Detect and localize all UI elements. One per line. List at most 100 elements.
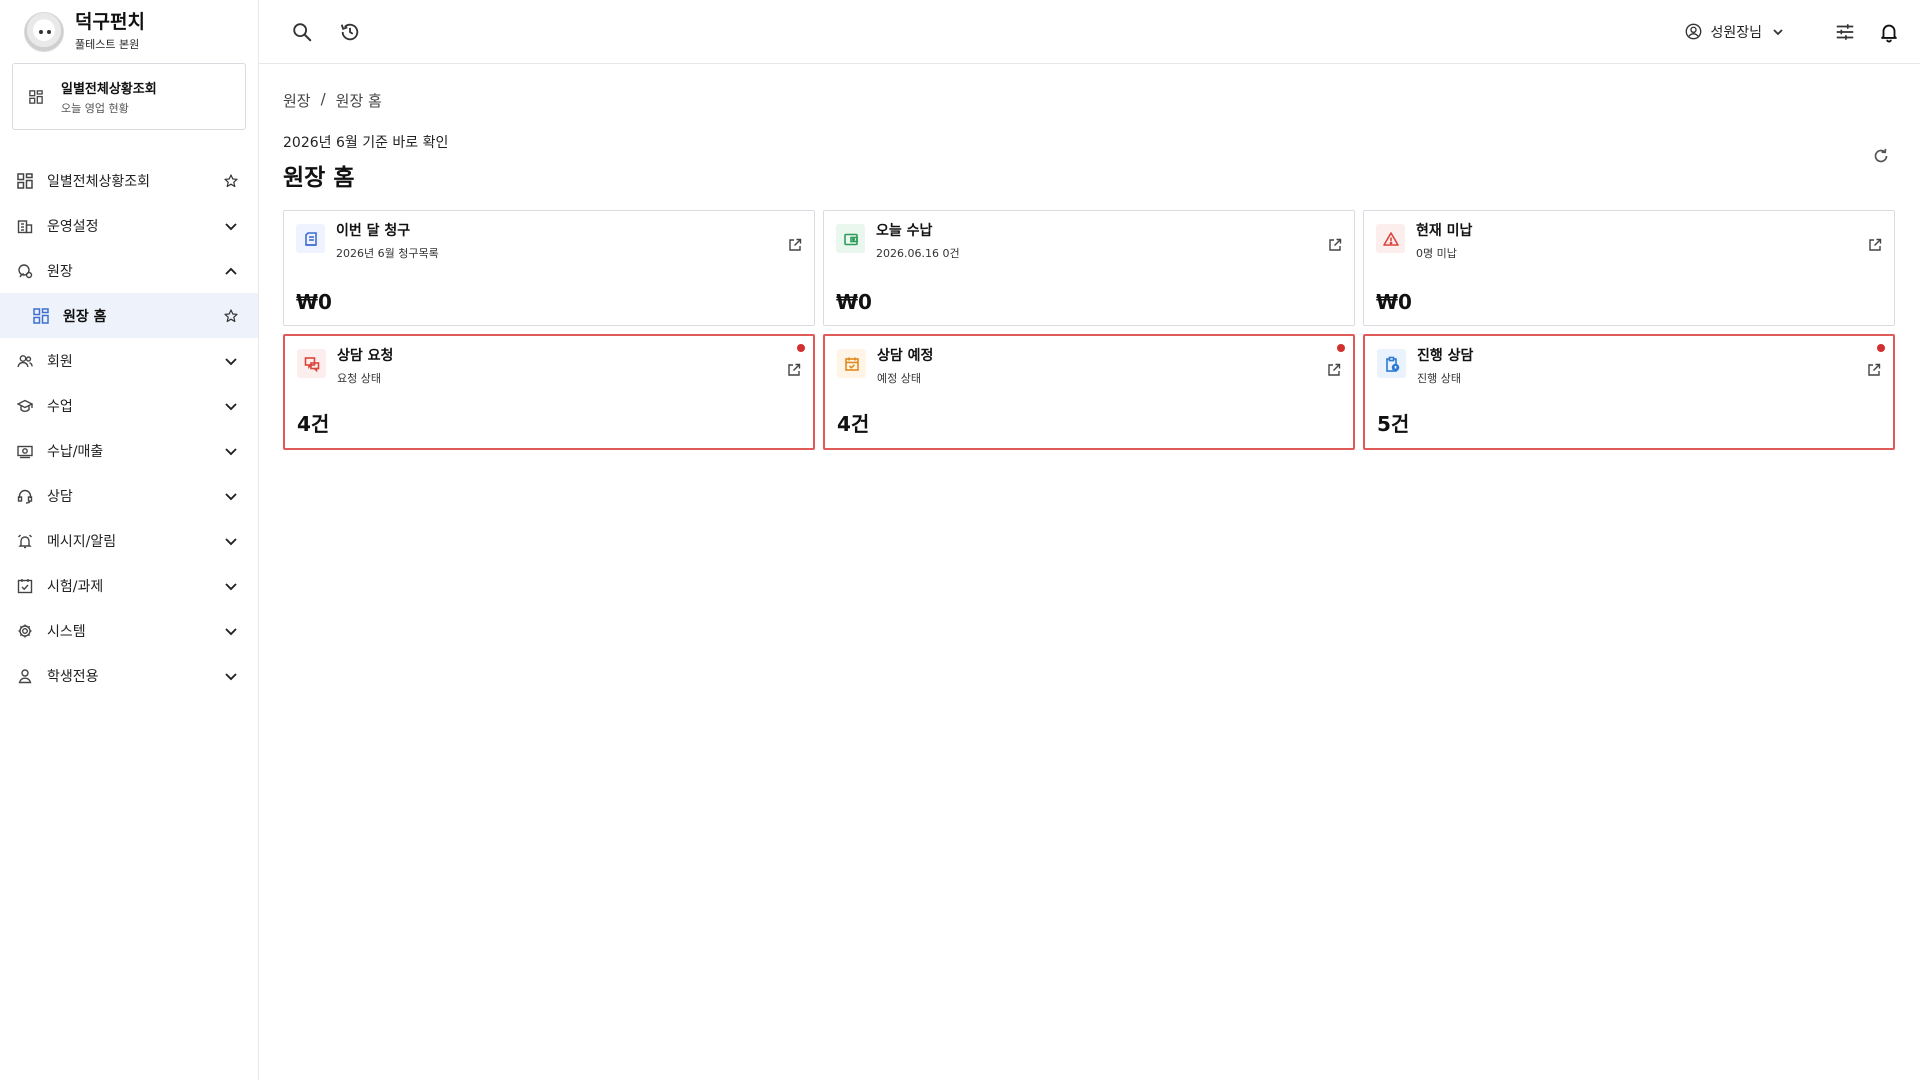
card-value: ₩0 [836,290,872,314]
money-icon [17,445,33,458]
alert-dot [1877,344,1885,352]
graduation-icon [17,399,33,412]
chevron-down-icon[interactable] [224,219,238,233]
card-title: 상담 요청 [337,348,394,364]
gear-icon [18,624,32,637]
summary-card[interactable]: 이번 달 청구 2026년 6월 청구목록 ₩0 [283,210,815,326]
breadcrumb-parent[interactable]: 원장 [283,90,311,111]
user-name: 성원장님 [1710,24,1762,41]
wallet-icon [836,224,865,253]
quick-card-subtitle: 오늘 영업 현황 [61,101,129,115]
star-icon[interactable] [224,308,238,323]
sidebar: 덕구펀치 풀테스트 본원 일별전체상황조회 오늘 영업 현황 일별전체상황조회운… [0,0,259,1080]
building-icon [17,219,33,233]
alert-dot [797,344,805,352]
sidebar-item-label: 수납/매출 [47,443,104,460]
chevron-down-icon[interactable] [224,444,238,458]
chevron-down-icon[interactable] [224,624,238,638]
sidebar-item-label: 메시지/알림 [47,533,117,550]
sidebar-item[interactable]: 시스템 [0,608,258,653]
avatar [24,11,64,52]
open-link-icon[interactable] [788,238,802,252]
principal-icon [18,263,33,278]
star-icon[interactable] [224,173,238,188]
sidebar-item-label: 원장 [47,263,73,280]
sidebar-item-label: 수업 [47,398,73,415]
page-title: 원장 홈 [283,165,355,191]
person-icon [18,668,32,683]
card-subtitle: 예정 상태 [877,372,921,385]
history-icon[interactable] [339,21,361,43]
chevron-down-icon[interactable] [224,489,238,503]
clipboard-icon [1377,349,1406,378]
sidebar-item-label: 학생전용 [47,668,99,685]
calendar-check-icon [837,349,866,378]
summary-card[interactable]: 현재 미납 0명 미납 ₩0 [1363,210,1895,326]
user-menu[interactable]: 성원장님 [1685,22,1784,42]
card-subtitle: 2026.06.16 0건 [876,247,960,260]
sidebar-item[interactable]: 운영설정 [0,203,258,248]
sidebar-item-label: 일별전체상황조회 [47,173,151,190]
chevron-down-icon[interactable] [224,354,238,368]
refresh-icon[interactable] [1872,147,1890,165]
chevron-down-icon[interactable] [224,669,238,683]
open-link-icon[interactable] [1867,363,1881,377]
summary-card[interactable]: 상담 요청요청 상태 4건 [283,334,815,450]
sidebar-item[interactable]: 수업 [0,383,258,428]
open-link-icon[interactable] [1868,238,1882,252]
card-subtitle: 0명 미납 [1416,247,1457,260]
summary-card[interactable]: 오늘 수납 2026.06.16 0건 ₩0 [823,210,1355,326]
card-value: 4건 [297,412,330,436]
page-subtitle: 2026년 6월 기준 바로 확인 [283,135,449,151]
settings-sliders-icon[interactable] [1834,21,1856,43]
sidebar-nav: 일별전체상황조회운영설정원장원장 홈회원수업수납/매출상담메시지/알림시험/과제… [0,158,258,698]
card-title: 이번 달 청구 [336,223,411,239]
open-link-icon[interactable] [1327,363,1341,377]
card-subtitle: 2026년 6월 청구목록 [336,247,439,260]
sidebar-item[interactable]: 상담 [0,473,258,518]
brand[interactable]: 덕구펀치 풀테스트 본원 [0,0,258,63]
main-content: 원장 / 원장 홈 2026년 6월 기준 바로 확인 원장 홈 이번 달 청구… [259,64,1920,450]
sidebar-item[interactable]: 메시지/알림 [0,518,258,563]
quick-access-card[interactable]: 일별전체상황조회 오늘 영업 현황 [12,63,246,130]
open-link-icon[interactable] [1328,238,1342,252]
brand-name: 덕구펀치 [75,11,145,33]
summary-card[interactable]: 진행 상담 진행 상태 5건 [1363,334,1895,450]
card-title: 현재 미납 [1416,223,1473,239]
sidebar-item[interactable]: 회원 [0,338,258,383]
sidebar-item[interactable]: 원장 홈 [0,293,258,338]
sidebar-item[interactable]: 원장 [0,248,258,293]
sidebar-item[interactable]: 일별전체상황조회 [0,158,258,203]
users-icon [17,354,33,367]
card-value: 4건 [837,412,870,436]
breadcrumb-separator: / [320,90,326,108]
invoice-icon [296,224,325,253]
open-link-icon[interactable] [787,363,801,377]
alarm-icon [18,534,32,548]
headset-icon [17,489,33,504]
bell-icon[interactable] [1878,21,1900,43]
sidebar-item-label: 운영설정 [47,218,99,235]
dashboard-icon [17,172,33,189]
sidebar-item-label: 원장 홈 [63,308,107,325]
card-subtitle: 진행 상태 [1417,372,1461,385]
search-icon[interactable] [291,21,313,43]
card-title: 진행 상담 [1417,348,1474,364]
alert-dot [1337,344,1345,352]
chevron-down-icon[interactable] [224,579,238,593]
card-subtitle: 요청 상태 [337,372,381,385]
breadcrumb-current: 원장 홈 [335,92,382,110]
chevron-up-icon[interactable] [224,264,238,278]
breadcrumb: 원장 / 원장 홈 [283,90,1896,111]
chevron-down-icon[interactable] [224,399,238,413]
summary-card[interactable]: 상담 예정 예정 상태 4건 [823,334,1355,450]
account-circle-icon [1686,23,1702,40]
sidebar-item-label: 시험/과제 [47,578,104,595]
sidebar-item[interactable]: 수납/매출 [0,428,258,473]
chevron-down-icon [1773,28,1783,35]
sidebar-item[interactable]: 학생전용 [0,653,258,698]
sidebar-item[interactable]: 시험/과제 [0,563,258,608]
chevron-down-icon[interactable] [224,534,238,548]
warning-icon [1376,224,1405,253]
sidebar-item-label: 회원 [47,353,73,370]
